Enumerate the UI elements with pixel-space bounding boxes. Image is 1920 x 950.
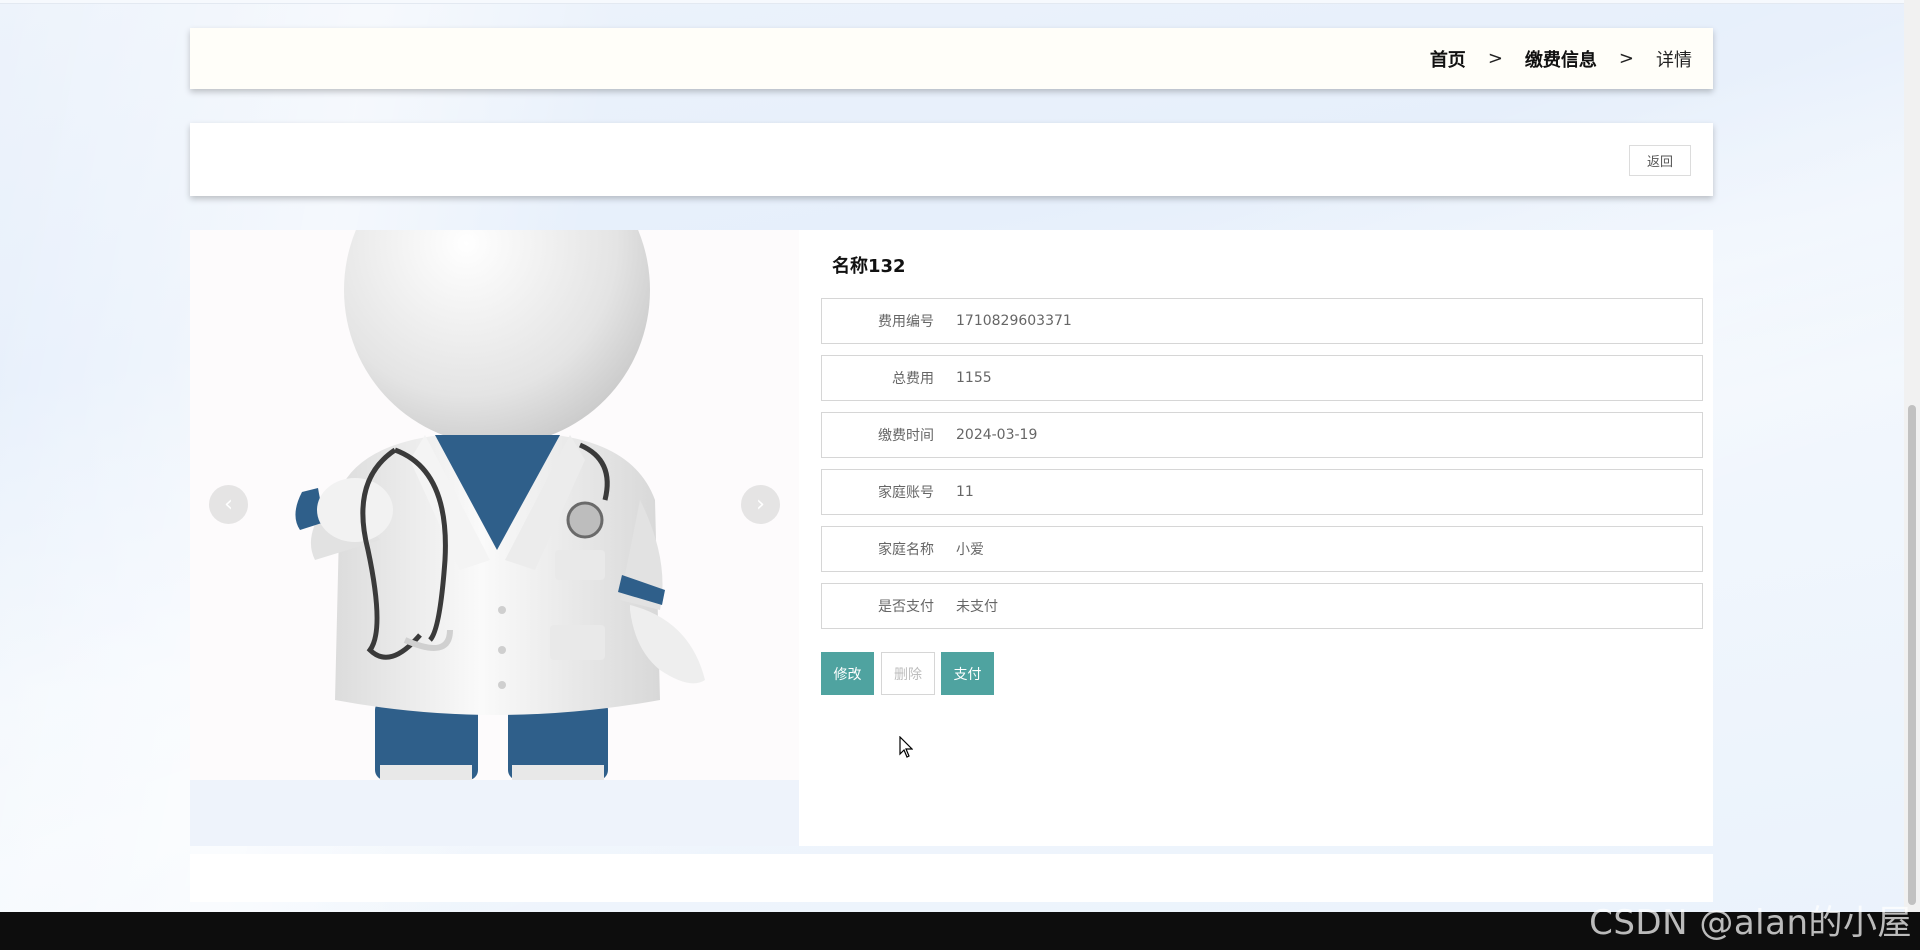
breadcrumb-current: 详情 <box>1656 49 1692 71</box>
field-label: 家庭名称 <box>878 542 934 558</box>
field-value: 11 <box>956 484 974 500</box>
breadcrumb: 首页 > 缴费信息 > 详情 <box>190 28 1713 89</box>
action-bar: 返回 <box>190 123 1713 196</box>
field-label: 是否支付 <box>878 599 934 615</box>
item-title: 名称132 <box>832 256 906 277</box>
breadcrumb-section[interactable]: 缴费信息 <box>1525 46 1597 72</box>
doctor-figure-illustration <box>295 230 705 780</box>
mouse-cursor-icon <box>899 736 913 758</box>
scrollbar-thumb[interactable] <box>1908 405 1916 905</box>
carousel-prev-button[interactable]: ‹ <box>209 485 248 524</box>
back-button[interactable]: 返回 <box>1629 145 1691 176</box>
field-label: 缴费时间 <box>878 428 934 444</box>
image-carousel: ‹ › <box>190 230 799 846</box>
field-value: 未支付 <box>956 599 998 615</box>
page-scrollbar[interactable] <box>1904 0 1920 912</box>
carousel-next-button[interactable]: › <box>741 485 780 524</box>
product-image: ‹ › <box>190 230 799 780</box>
watermark-text: CSDN @alan的小屋 <box>1589 903 1912 943</box>
breadcrumb-home[interactable]: 首页 <box>1430 46 1466 72</box>
field-value: 2024-03-19 <box>956 427 1038 443</box>
field-value: 1710829603371 <box>956 313 1072 329</box>
field-label: 家庭账号 <box>878 485 934 501</box>
field-label: 总费用 <box>892 371 934 387</box>
field-family-account: 家庭账号 11 <box>821 469 1703 515</box>
field-payment-time: 缴费时间 2024-03-19 <box>821 412 1703 458</box>
delete-button[interactable]: 删除 <box>881 652 935 695</box>
field-value: 1155 <box>956 370 992 386</box>
field-paid-status: 是否支付 未支付 <box>821 583 1703 629</box>
top-strip <box>0 0 1920 4</box>
footer-strip <box>190 854 1713 902</box>
field-label: 费用编号 <box>878 314 934 330</box>
field-family-name: 家庭名称 小爱 <box>821 526 1703 572</box>
pay-button[interactable]: 支付 <box>941 652 994 695</box>
edit-button[interactable]: 修改 <box>821 652 874 695</box>
detail-panel: ‹ › 名称132 费用编号 1710829603371 总费用 1155 缴费… <box>190 230 1713 846</box>
field-fee-number: 费用编号 1710829603371 <box>821 298 1703 344</box>
breadcrumb-separator: > <box>1618 48 1634 69</box>
field-total-fee: 总费用 1155 <box>821 355 1703 401</box>
breadcrumb-separator: > <box>1487 48 1503 69</box>
field-value: 小爱 <box>956 542 984 558</box>
